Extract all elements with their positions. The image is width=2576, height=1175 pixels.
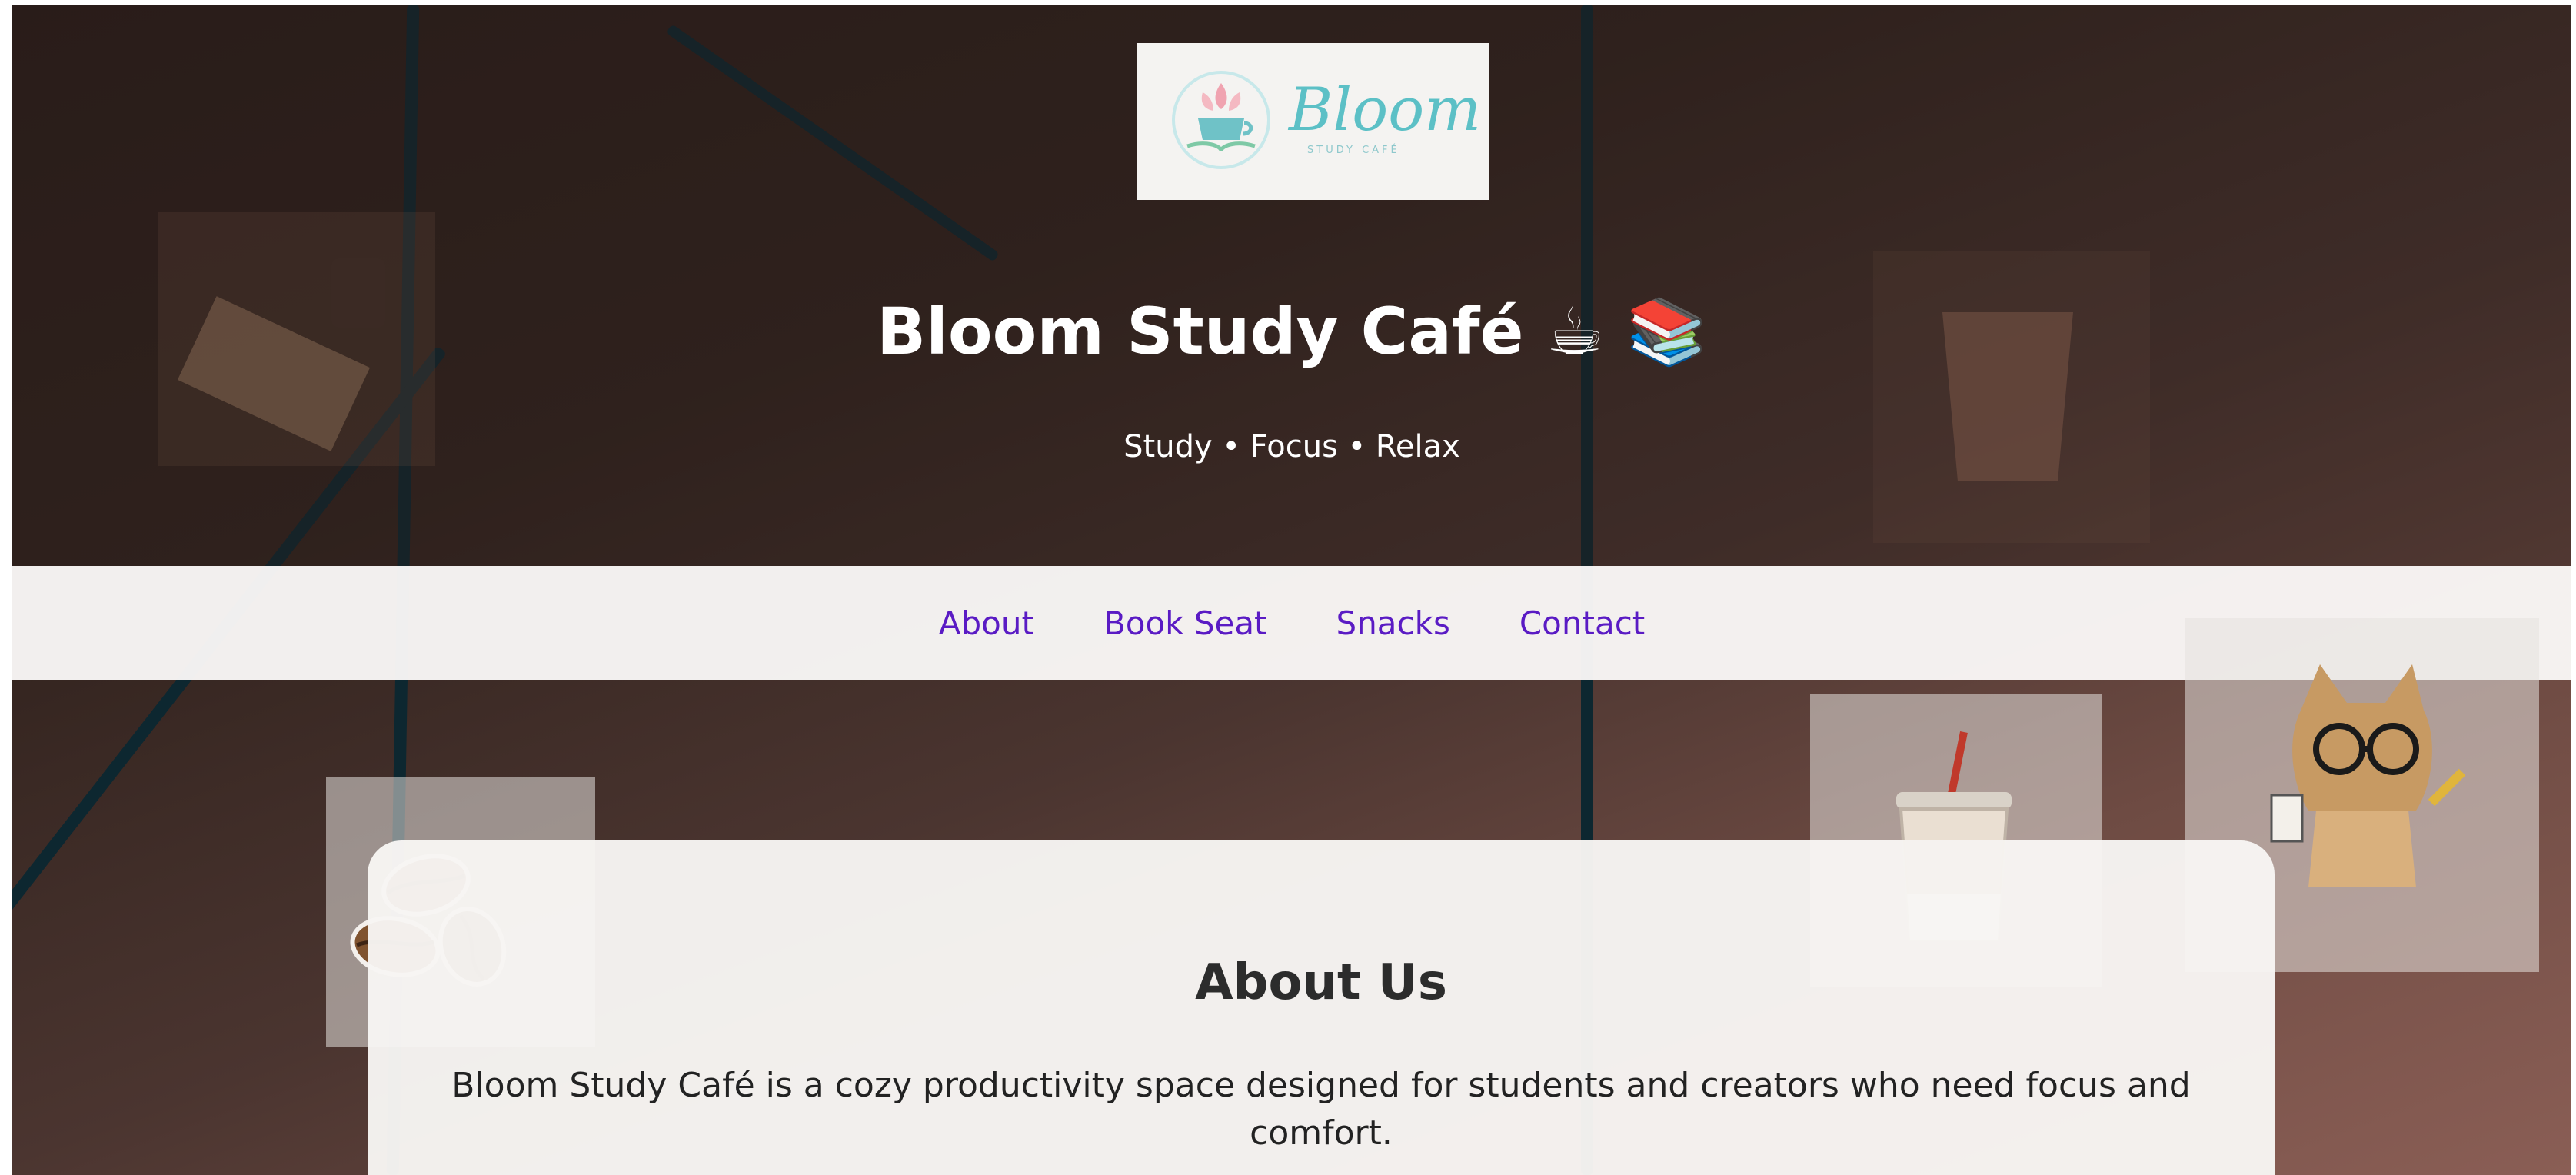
brand-logo[interactable]: Bloom STUDY CAFÉ (1137, 43, 1489, 200)
about-description: Bloom Study Café is a cozy productivity … (451, 1066, 2191, 1153)
logo-subtext: STUDY CAFÉ (1307, 145, 1400, 156)
page-background: Bloom STUDY CAFÉ Bloom Study Café ☕ 📚 St… (12, 5, 2571, 1175)
about-section-card: About Us Bloom Study Café is a cozy prod… (368, 840, 2275, 1175)
about-heading: About Us (1195, 954, 1447, 1011)
nav-link-contact[interactable]: Contact (1519, 604, 1645, 642)
site-tagline: Study • Focus • Relax (1123, 429, 1460, 464)
site-title: Bloom Study Café ☕ 📚 (877, 294, 1707, 369)
nav-link-snacks[interactable]: Snacks (1336, 604, 1450, 642)
nav-link-about[interactable]: About (939, 604, 1034, 642)
logo-emblem-icon (1172, 71, 1270, 169)
hero-header: Bloom STUDY CAFÉ Bloom Study Café ☕ 📚 St… (12, 5, 2571, 566)
nav-link-book-seat[interactable]: Book Seat (1103, 604, 1267, 642)
logo-wordmark: Bloom (1289, 75, 1482, 145)
